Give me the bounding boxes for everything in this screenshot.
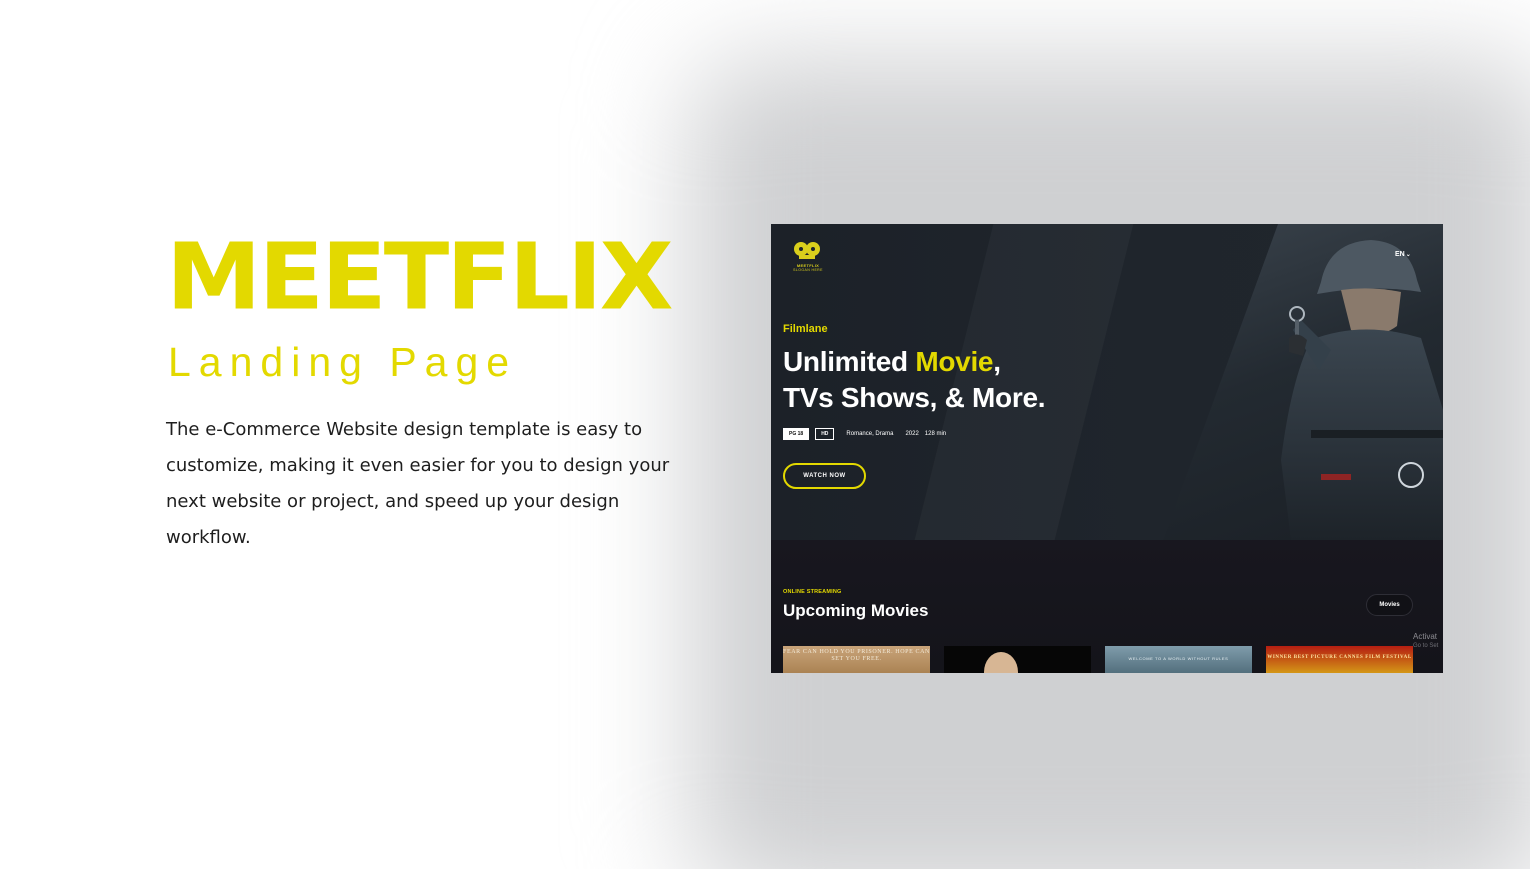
website-mockup: MEETFLIX SLOGAN HERE EN⌄ Filmlane Unlimi… [771,224,1443,673]
section-title: Upcoming Movies [783,601,929,620]
poster-portrait [984,652,1018,673]
headline-line2: TVs Shows, & More. [783,382,1046,413]
poster-text: WINNER BEST PICTURE CANNES FILM FESTIVAL [1267,655,1412,660]
poster-text: FEAR CAN HOLD YOU PRISONER. HOPE CAN SET… [783,649,930,662]
movie-poster[interactable] [944,646,1091,673]
headline-comma: , [993,346,1001,377]
rating-badge: PG 18 [783,427,810,440]
watermark-line1: Activat [1413,632,1438,641]
language-label: EN [1395,251,1405,258]
duration-text: 128 min [924,430,947,437]
movie-poster[interactable]: FEAR CAN HOLD YOU PRISONER. HOPE CAN SET… [783,646,930,673]
upcoming-section: ONLINE STREAMING Upcoming Movies Movies … [771,540,1443,673]
year-text: 2022 [905,430,919,437]
brand-title: MEETFLIX [166,223,674,331]
movie-poster[interactable]: WELCOME TO A WORLD WITHOUT RULES [1105,646,1252,673]
quality-badge: HD [815,427,835,440]
logo-tagline: SLOGAN HERE [793,268,823,272]
section-eyebrow: ONLINE STREAMING [783,589,842,595]
movie-poster[interactable]: WINNER BEST PICTURE CANNES FILM FESTIVAL [1266,646,1413,673]
movies-filter-button[interactable]: Movies [1366,594,1413,616]
brand-subtitle: Landing Page [168,339,518,385]
chevron-down-icon: ⌄ [1405,252,1411,258]
soldier-image [1281,240,1443,540]
hero-headline: Unlimited Movie, TVs Shows, & More. [783,344,1183,416]
poster-text: WELCOME TO A WORLD WITHOUT RULES [1128,656,1229,661]
hero-kicker: Filmlane [783,323,828,335]
genre-text: Romance, Drama [846,430,894,437]
language-selector[interactable]: EN⌄ [1395,251,1411,258]
brand-description: The e-Commerce Website design template i… [166,419,670,548]
headline-part: Unlimited [783,346,916,377]
hero-section: MEETFLIX SLOGAN HERE EN⌄ Filmlane Unlimi… [771,224,1443,540]
watch-now-button[interactable]: WATCH NOW [783,463,866,489]
movie-meta: PG 18 HD Romance, Drama 2022 128 min [783,427,947,440]
headline-highlight: Movie [915,346,994,377]
watermark-line2: Go to Set [1413,643,1439,649]
